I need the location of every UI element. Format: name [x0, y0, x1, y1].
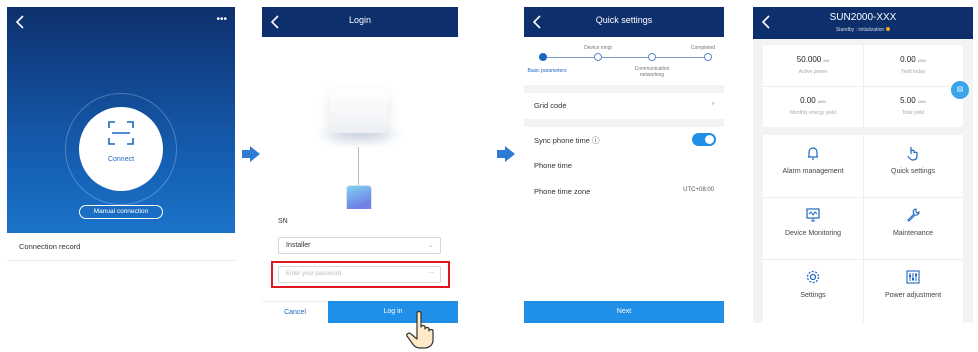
sn-label: SN — [278, 218, 288, 225]
divider — [863, 45, 864, 127]
menu-label: Quick settings — [891, 168, 935, 175]
stat-label: Monthly energy yield — [790, 110, 836, 116]
eye-closed-icon[interactable]: ⋯ — [427, 269, 434, 277]
monitor-icon — [806, 208, 820, 222]
dongle-illustration — [330, 89, 388, 133]
step-dot-3 — [648, 53, 656, 61]
connect-label: Connect — [107, 156, 135, 163]
stat-total-yield: 5.00 kWh Total yield — [863, 86, 963, 127]
sliders-icon — [906, 270, 920, 284]
stat-value: 50.000 — [796, 55, 822, 64]
wrench-icon — [907, 208, 920, 222]
scan-icon — [108, 121, 134, 145]
user-select-value: Installer — [286, 242, 311, 249]
chevron-down-icon: ⌄ — [428, 242, 434, 249]
sync-phone-time-row: Sync phone time ⓘ — [524, 127, 724, 153]
menu-maintenance[interactable]: Maintenance — [863, 197, 963, 259]
device-navbar: SUN2000-XXX Standby : initialization — [753, 7, 973, 39]
grid-code-row[interactable]: Grid code › — [524, 93, 724, 119]
flow-arrow-1 — [242, 146, 260, 162]
phone-time-zone-label: Phone time zone — [534, 187, 591, 196]
menu-label: Power adjustment — [884, 292, 942, 299]
phone-time-zone-value: UTC+08:00 — [683, 187, 714, 193]
sync-phone-time-label: Sync phone time ⓘ — [534, 136, 600, 145]
gear-icon — [806, 270, 820, 284]
phone-time-row: Phone time — [524, 153, 724, 179]
connect-hero: ••• Connect Manual connection — [7, 7, 235, 233]
page-title: Quick settings — [595, 15, 653, 25]
quick-settings-navbar: Quick settings — [524, 7, 724, 37]
step-dot-1 — [539, 53, 547, 61]
step-dot-2 — [594, 53, 602, 61]
alarm-bell-icon — [808, 147, 818, 160]
stat-yield-today: 0.00 kWh Yield today — [863, 45, 963, 86]
illustration — [262, 37, 458, 229]
stat-label: Yield today — [900, 69, 926, 75]
status-dot — [886, 27, 891, 31]
flow-arrow-2 — [497, 146, 515, 162]
chevron-right-icon: › — [712, 101, 714, 107]
step-label-1: Basic parameters — [527, 68, 567, 74]
back-icon[interactable] — [13, 13, 29, 31]
connection-record-item[interactable]: Connection record — [7, 233, 235, 261]
menu-quick-settings[interactable]: Quick settings — [863, 135, 963, 197]
stat-active-power: 50.000 kW Active power — [763, 45, 863, 86]
step-dot-4 — [704, 53, 712, 61]
password-field[interactable]: Enter your password ⋯ — [278, 266, 441, 283]
energy-stats: 50.000 kW Active power 0.00 kWh Yield to… — [763, 45, 963, 127]
menu-settings[interactable]: Settings — [763, 259, 863, 321]
menu-label: Device Monitoring — [784, 230, 842, 237]
device-home-screen: SUN2000-XXX Standby : initialization 50.… — [753, 7, 973, 323]
stat-unit: kWh — [817, 99, 826, 104]
quick-settings-screen: Quick settings Basic parameters Device m… — [524, 7, 724, 323]
stat-unit: kWh — [917, 99, 926, 104]
stat-unit: kW — [823, 58, 830, 63]
connect-screen: ••• Connect Manual connection Connection… — [7, 7, 235, 323]
chart-shortcut-icon[interactable]: ▤ — [951, 81, 969, 99]
login-screen: Login SN Installer ⌄ Enter your password… — [262, 7, 458, 323]
password-placeholder: Enter your password — [286, 271, 342, 277]
step-line — [542, 57, 710, 58]
user-select[interactable]: Installer ⌄ — [278, 237, 441, 254]
step-label-4: Completed — [690, 45, 716, 51]
device-title: SUN2000-XXX — [829, 12, 897, 23]
menu-power-adjustment[interactable]: Power adjustment — [863, 259, 963, 321]
stat-label: Active power — [798, 69, 828, 75]
menu-label: Settings — [800, 292, 826, 299]
manual-connection-button[interactable]: Manual connection — [79, 205, 163, 219]
step-label-2: Device mngt — [584, 45, 612, 51]
divider — [863, 135, 864, 323]
stat-value: 0.00 — [800, 96, 816, 105]
connection-line — [358, 147, 359, 185]
login-navbar: Login — [262, 7, 458, 37]
menu-label: Maintenance — [892, 230, 934, 237]
stat-value: 0.00 — [900, 55, 916, 64]
device-status: Standby : initialization — [753, 27, 973, 33]
grid-code-label: Grid code — [534, 101, 567, 110]
step-label-3: Communication networking — [634, 66, 670, 78]
function-menu: Alarm management Quick settings Device M… — [763, 135, 963, 323]
stat-value: 5.00 — [900, 96, 916, 105]
menu-label: Alarm management — [782, 168, 844, 175]
next-button[interactable]: Next — [524, 301, 724, 323]
menu-device-monitoring[interactable]: Device Monitoring — [763, 197, 863, 259]
menu-alarm-management[interactable]: Alarm management — [763, 135, 863, 197]
stat-label: Total yield — [901, 110, 925, 116]
hand-tap-icon — [907, 147, 918, 161]
progress-steps: Basic parameters Device mngt Communicati… — [524, 37, 724, 85]
more-menu-icon[interactable]: ••• — [216, 14, 227, 25]
login-form: SN Installer ⌄ Enter your password ⋯ — [262, 209, 458, 301]
device-status-text: Standby : initialization — [835, 27, 885, 33]
page-title: Login — [348, 15, 372, 25]
cancel-button[interactable]: Cancel — [262, 301, 328, 323]
stat-unit: kWh — [917, 58, 926, 63]
section-gap — [524, 119, 724, 127]
phone-time-label: Phone time — [534, 161, 572, 170]
phone-time-zone-row: Phone time zone UTC+08:00 — [524, 179, 724, 205]
stat-monthly-yield: 0.00 kWh Monthly energy yield — [763, 86, 863, 127]
section-gap — [524, 85, 724, 93]
hand-pointer-icon — [406, 310, 434, 349]
sync-phone-time-toggle[interactable] — [692, 133, 716, 146]
